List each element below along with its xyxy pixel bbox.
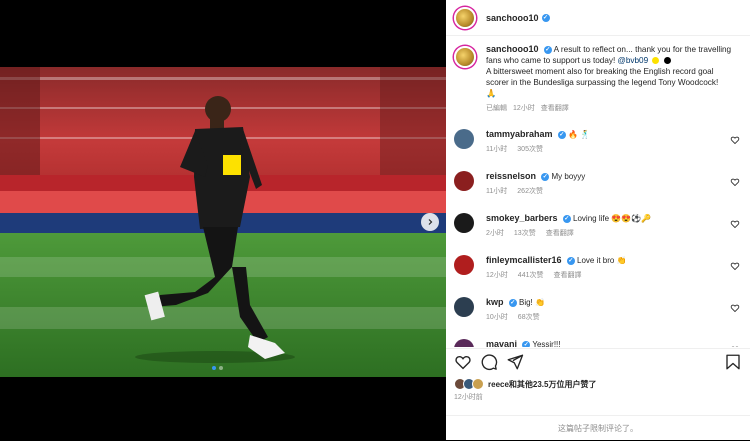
carousel-dot [212,366,216,370]
comment-item: mavani ✓ Yessir!!! [446,332,750,347]
author-avatar[interactable] [454,6,476,29]
comment-item: smokey_barbers ✓ Loving life 😍😍⚽🔑 2小时 13次… [446,206,750,248]
comment-meta: 11小时 262次赞 [486,186,585,197]
comment-time: 10小时 [486,314,508,321]
caption: sanchooo10 ✓ A result to reflect on... t… [446,36,750,114]
heart-icon[interactable] [730,261,740,271]
comments-restricted-notice: 这篇帖子限制评论了。 [446,415,750,441]
comment-likes[interactable]: 305次赞 [517,146,543,153]
bookmark-icon[interactable] [724,353,742,371]
next-photo-button[interactable] [421,213,439,231]
caption-text-2: A bittersweet moment also for breaking t… [486,67,719,87]
heart-icon[interactable] [730,177,740,187]
comment-time: 11小时 [486,188,508,195]
comment-text: Love it bro 👏 [577,256,627,265]
carousel-dot [219,366,223,370]
comment-body: kwp ✓ Big! 👏 10小时 68次赞 [486,297,560,323]
action-bar [446,348,750,374]
commenter-avatar[interactable] [454,129,474,149]
instagram-post-view: sanchooo10 ✓ sanchooo10 ✓ A result to re… [0,0,750,440]
heart-icon[interactable] [454,353,472,371]
comment-meta: 12小时 441次赞 查看翻譯 [486,270,627,281]
edited-label: 已編輯 [486,105,507,112]
comment-body: smokey_barbers ✓ Loving life 😍😍⚽🔑 2小时 13次… [486,213,651,239]
caption-avatar[interactable] [454,46,476,68]
comment-meta: 11小时 305次赞 [486,144,590,155]
commenter-username[interactable]: mavani [486,339,517,347]
heart-icon[interactable] [730,219,740,229]
verified-icon: ✓ [543,45,552,54]
caption-meta: 已編輯 12小时 查看翻譯 [486,103,736,114]
post-header: sanchooo10 ✓ [446,0,750,36]
comment-icon[interactable] [480,353,498,371]
liker-avatar [472,378,484,390]
caption-username[interactable]: sanchooo10 [486,44,539,54]
comment-translate[interactable]: 查看翻譯 [546,230,574,237]
verified-icon: ✓ [522,340,531,347]
comment-text: Yessir!!! [532,340,561,347]
comment-item: reissnelson ✓ My boyyy 11小时 262次赞 [446,164,750,206]
comment-body: reissnelson ✓ My boyyy 11小时 262次赞 [486,171,585,197]
post-time: 12小时前 [454,394,483,401]
commenter-avatar[interactable] [454,171,474,191]
author-username[interactable]: sanchooo10 [486,13,539,23]
commenter-avatar[interactable] [454,255,474,275]
comment-likes[interactable]: 13次赞 [514,230,536,237]
comment-meta: 10小时 68次赞 [486,312,560,323]
likes-summary: reece和其他23.5万位用户赞了 [454,378,596,390]
verified-icon: ✓ [557,130,566,139]
commenter-avatar[interactable] [454,213,474,233]
verified-icon: ✓ [541,172,550,181]
comment-time: 12小时 [486,272,508,279]
comment-likes[interactable]: 441次赞 [518,272,544,279]
comment-list: tammyabraham ✓ 🔥 🕺 11小时 305次赞 reissnelson… [446,122,750,347]
verified-icon: ✓ [562,214,571,223]
verified-icon: ✓ [566,256,575,265]
comment-body: finleymcallister16 ✓ Love it bro 👏 12小时 4… [486,255,627,281]
commenter-username[interactable]: kwp [486,297,504,307]
translate-link[interactable]: 查看翻譯 [541,105,569,112]
comment-time: 11小时 [486,146,508,153]
share-icon[interactable] [506,353,524,371]
commenter-avatar[interactable] [454,297,474,317]
verified-icon: ✓ [508,298,517,307]
comment-item: kwp ✓ Big! 👏 10小时 68次赞 [446,290,750,332]
verified-icon: ✓ [541,13,550,22]
media-panel [0,0,446,440]
comment-translate[interactable]: 查看翻譯 [553,272,581,279]
comment-text: My boyyy [551,172,586,181]
post-details-panel: sanchooo10 ✓ sanchooo10 ✓ A result to re… [446,0,750,440]
likes-text[interactable]: reece和其他23.5万位用户赞了 [488,379,596,390]
heart-icon[interactable] [730,303,740,313]
comment-meta: 2小时 13次赞 查看翻譯 [486,228,651,239]
commenter-username[interactable]: finleymcallister16 [486,255,562,265]
commenter-username[interactable]: smokey_barbers [486,213,558,223]
comment-likes[interactable]: 262次赞 [517,188,543,195]
heart-icon[interactable] [730,345,740,347]
caption-emoji: 🙏 [486,89,497,98]
comment-time: 2小时 [486,230,504,237]
commenter-avatar[interactable] [454,339,474,347]
chevron-right-icon [428,219,433,225]
black-circle-icon [663,57,671,65]
yellow-circle-icon [652,57,660,65]
comment-text: Big! 👏 [518,298,545,307]
comment-likes[interactable]: 68次赞 [518,314,540,321]
comment-text: 🔥 🕺 [568,130,591,139]
comment-text: Loving life 😍😍⚽🔑 [573,214,652,223]
heart-icon[interactable] [730,135,740,145]
carousel-dots [212,366,223,370]
post-photo [0,67,446,377]
comment-body: tammyabraham ✓ 🔥 🕺 11小时 305次赞 [486,129,590,155]
comment-item: finleymcallister16 ✓ Love it bro 👏 12小时 4… [446,248,750,290]
comment-body: mavani ✓ Yessir!!! [486,339,561,347]
caption-mention[interactable]: @bvb09 [618,56,649,65]
comment-item: tammyabraham ✓ 🔥 🕺 11小时 305次赞 [446,122,750,164]
commenter-username[interactable]: reissnelson [486,171,536,181]
commenter-username[interactable]: tammyabraham [486,129,553,139]
caption-time: 12小时 [513,105,535,112]
